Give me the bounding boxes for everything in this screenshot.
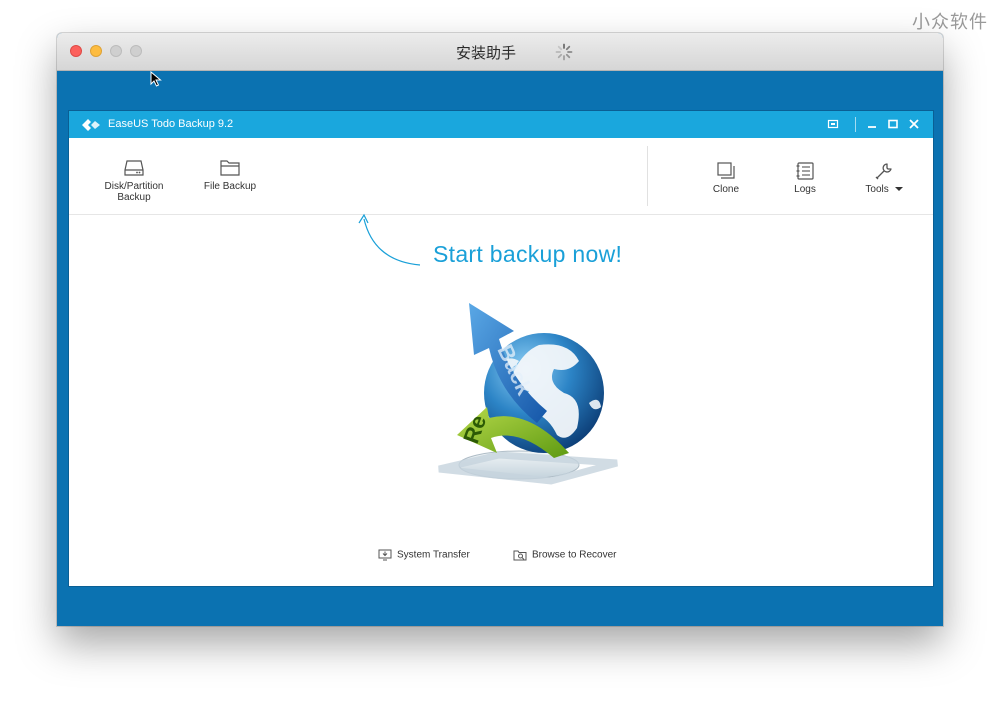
file-backup-button[interactable]: File Backup — [197, 158, 263, 192]
browse-recover-icon — [513, 550, 527, 561]
disk-partition-label-line1: Disk/Partition — [104, 181, 164, 192]
app-restore-icon[interactable] — [824, 115, 842, 133]
logs-button[interactable]: Logs — [785, 161, 825, 195]
watermark-text: 小众软件 — [912, 12, 988, 33]
easeus-logo-icon — [82, 119, 100, 131]
start-backup-heading: Start backup now! — [433, 241, 623, 267]
titlebar-divider — [855, 117, 856, 132]
tools-dropdown-button[interactable]: Tools — [859, 161, 909, 195]
monitor-transfer-icon — [378, 549, 392, 561]
disk-partition-backup-button[interactable]: Disk/Partition Backup — [97, 158, 171, 203]
window-title: 安装助手 — [57, 42, 943, 63]
folder-icon — [220, 160, 240, 176]
easeus-app-window: EaseUS Todo Backup 9.2 Disk/Partition Ba… — [68, 110, 934, 587]
browse-to-recover-label: Browse to Recover — [532, 549, 617, 561]
installer-window: 安装助手 EaseUS Todo Backup 9.2 Disk/Partiti… — [57, 33, 943, 626]
app-close-icon[interactable] — [905, 115, 923, 133]
disk-partition-label-line2: Backup — [117, 192, 151, 203]
system-transfer-label: System Transfer — [397, 549, 470, 561]
clone-icon — [717, 162, 735, 179]
app-title: EaseUS Todo Backup 9.2 — [108, 118, 234, 130]
curved-arrow-icon — [358, 213, 421, 266]
toolbar-divider — [647, 146, 648, 206]
wrench-icon — [875, 163, 892, 180]
backup-globe-illustration: Re Back — [438, 303, 618, 485]
mac-titlebar: 安装助手 — [57, 33, 943, 71]
logs-label: Logs — [794, 184, 816, 195]
browse-to-recover-link[interactable]: Browse to Recover — [513, 549, 616, 561]
app-maximize-icon[interactable] — [884, 115, 902, 133]
system-transfer-link[interactable]: System Transfer — [378, 549, 470, 561]
chevron-down-icon — [894, 187, 903, 191]
app-minimize-icon[interactable] — [863, 115, 881, 133]
loading-spinner-icon — [555, 43, 573, 61]
logs-icon — [796, 162, 814, 180]
clone-label: Clone — [712, 184, 740, 195]
window-title-text: 安装助手 — [455, 44, 516, 62]
tools-label: Tools — [865, 184, 889, 195]
hard-drive-icon — [124, 160, 144, 176]
main-toolbar: Disk/Partition Backup File Backup Clone — [69, 138, 933, 215]
clone-button[interactable]: Clone — [703, 161, 749, 195]
mouse-pointer-icon — [150, 71, 162, 87]
app-titlebar: EaseUS Todo Backup 9.2 — [69, 111, 933, 138]
file-backup-label: File Backup — [203, 181, 257, 192]
